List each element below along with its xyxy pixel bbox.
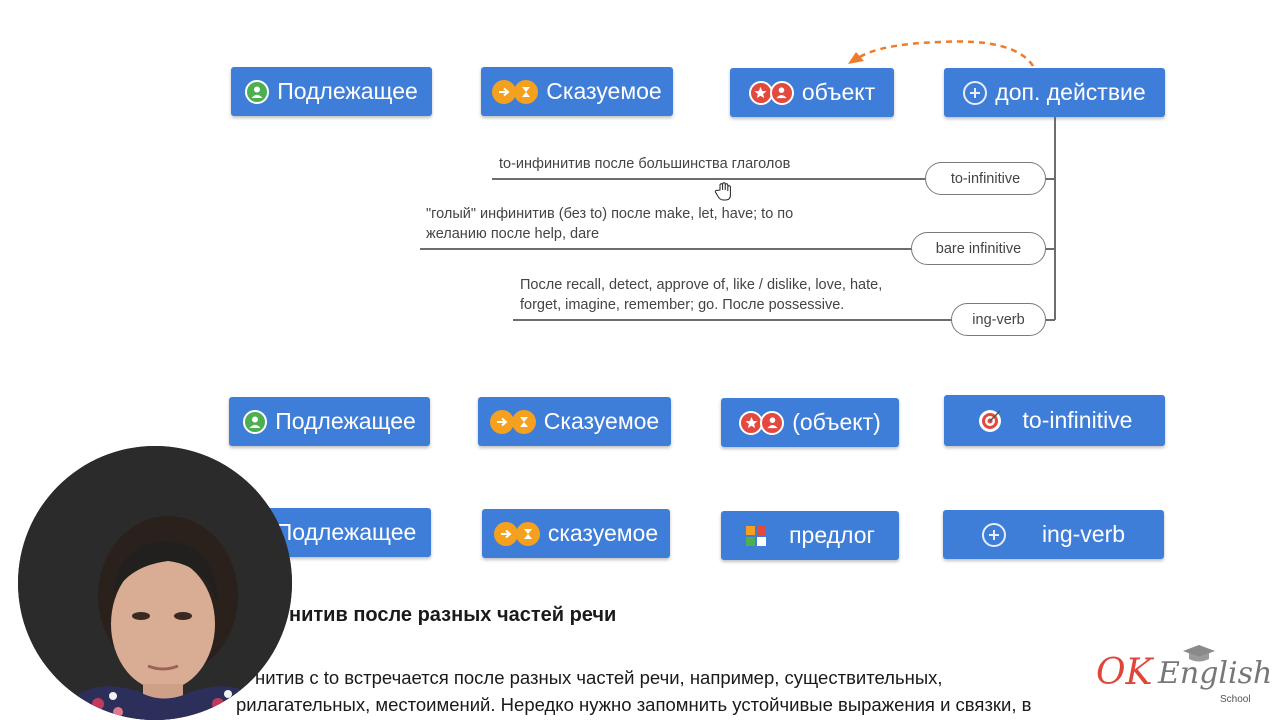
presenter-image [18,446,292,720]
extra-action-label: доп. действие [995,79,1146,105]
branch-trunk [1054,117,1056,320]
tag-bare-infinitive: bare infinitive [911,232,1046,265]
article-heading: нитив после разных частей речи [289,604,617,626]
logo-english: English [1158,656,1273,691]
connector-line [1045,178,1055,180]
subject-node: Подлежащее [231,67,432,116]
gerund-node: ing-verb [943,510,1164,559]
subject-label: Подлежащее [275,408,416,434]
subject-label: Подлежащее [277,78,418,104]
hand-cursor-icon [714,182,731,201]
webcam-video [18,446,292,720]
branch-note: "голый" инфинитив (без to) после make, l… [426,206,794,242]
predicate-node: Сказуемое [481,67,673,116]
article-line-1: нитив с to встречается после разных част… [255,667,943,688]
logo-school: School [1220,694,1251,705]
subject-label: Подлежащее [275,519,417,545]
hourglass-icon [514,79,539,104]
predicate-label: Сказуемое [543,408,660,434]
connector-line [1045,248,1055,250]
person-icon [760,410,785,435]
preposition-label: предлог [789,522,875,548]
gerund-label: ing-verb [1041,521,1126,547]
predicate-label: Сказуемое [546,78,662,104]
arrow-icon [489,409,514,434]
object-node-2: (объект) [721,398,899,447]
preposition-node: предлог [721,511,899,560]
hourglass-icon [511,409,536,434]
predicate-node-3: сказуемое [482,509,670,558]
arrow-icon [493,521,518,546]
plus-icon [981,522,1006,547]
object-label: (объект) [792,409,881,435]
blocks-icon [746,525,767,546]
plus-icon [963,80,988,105]
branch-underline [420,248,914,250]
person-icon [245,79,270,104]
tag-to-infinitive: to-infinitive [925,162,1046,195]
infinitive-node: to-infinitive [944,395,1165,446]
person-icon [769,80,794,105]
tag-ing-verb: ing-verb [951,303,1046,336]
connector-line [1045,319,1055,321]
subject-node-2: Подлежащее [229,397,430,446]
extra-action-node: доп. действие [944,68,1165,117]
dashed-arrow [848,40,1035,67]
logo-ok: OK [1096,652,1153,693]
branch-underline [513,319,953,321]
object-label: объект [801,79,876,105]
predicate-node-2: Сказуемое [478,397,671,446]
branch-underline [492,178,927,180]
hourglass-icon [515,521,540,546]
infinitive-label: to-infinitive [1022,407,1133,433]
article-line-2: рилагательных, местоимений. Нередко нужн… [236,694,1032,715]
branch-note: После recall, detect, approve of, like /… [520,277,883,313]
branch-note: to-инфинитив после большинства глаголов [499,156,791,172]
predicate-label: сказуемое [547,520,659,546]
target-icon [978,409,1001,432]
person-icon [243,409,268,434]
arrow-icon [492,79,517,104]
object-node: объект [730,68,894,117]
